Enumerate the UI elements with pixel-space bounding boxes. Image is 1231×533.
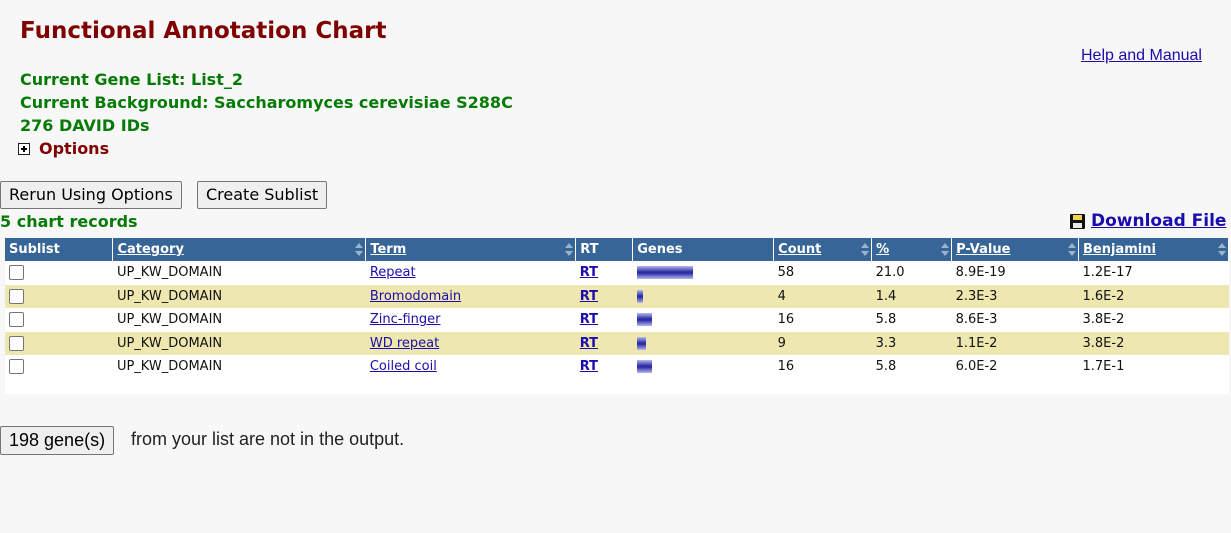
pvalue-cell: 8.6E-3 (955, 312, 998, 328)
chart-records-count: 5 chart records (0, 212, 138, 231)
sort-arrows-icon[interactable] (1218, 243, 1226, 256)
rt-link[interactable]: RT (580, 336, 598, 351)
row-checkbox[interactable] (9, 335, 24, 351)
count-cell: 16 (777, 312, 795, 328)
help-manual-link[interactable]: Help and Manual (1081, 47, 1202, 65)
row-checkbox[interactable] (9, 359, 24, 375)
row-checkbox[interactable] (9, 312, 24, 328)
benjamini-cell: 1.6E-2 (1078, 284, 1229, 308)
header-category[interactable]: Category (112, 238, 367, 261)
count-cell: 58 (777, 265, 795, 281)
rt-link[interactable]: RT (580, 289, 598, 304)
count-cell: 9 (773, 331, 872, 355)
row-checkbox[interactable] (9, 265, 24, 281)
category-cell: UP_KW_DOMAIN (112, 284, 366, 308)
sort-arrows-icon[interactable] (355, 243, 364, 256)
table-header-row: Sublist Category Term RT Genes Count % P… (5, 238, 1229, 261)
header-count[interactable]: Count (773, 238, 873, 261)
term-link[interactable]: Zinc-finger (370, 312, 441, 327)
genes-not-in-output-text: from your list are not in the output. (131, 429, 405, 449)
table-spacer-row (5, 379, 1229, 394)
percent-cell: 5.8 (875, 359, 897, 375)
percent-cell: 1.4 (871, 284, 952, 308)
genes-bar[interactable] (636, 289, 643, 303)
genes-bar[interactable] (636, 266, 693, 280)
benjamini-cell: 3.8E-2 (1078, 331, 1229, 355)
row-checkbox[interactable] (9, 288, 24, 304)
table-row: UP_KW_DOMAIN Repeat RT 58 21.0 8.9E-19 1… (5, 261, 1229, 285)
sort-arrows-icon[interactable] (1068, 243, 1076, 256)
sort-arrows-icon[interactable] (941, 243, 950, 256)
term-link[interactable]: WD repeat (370, 336, 439, 351)
page-title: Functional Annotation Chart (20, 18, 387, 44)
benjamini-cell: 1.7E-1 (1082, 359, 1125, 375)
percent-cell: 21.0 (875, 265, 905, 281)
header-benjamini[interactable]: Benjamini (1078, 238, 1229, 261)
rt-link[interactable]: RT (580, 359, 598, 374)
category-cell: UP_KW_DOMAIN (116, 359, 223, 375)
header-percent[interactable]: % (871, 238, 953, 261)
category-cell: UP_KW_DOMAIN (116, 265, 223, 281)
sort-arrows-icon[interactable] (565, 243, 574, 256)
options-label: Options (39, 139, 110, 158)
sort-arrows-icon[interactable] (861, 243, 870, 256)
category-cell: UP_KW_DOMAIN (116, 312, 223, 328)
floppy-disk-icon (1070, 213, 1085, 229)
david-ids-count: 276 DAVID IDs (20, 116, 150, 135)
rt-link[interactable]: RT (580, 312, 598, 327)
term-link[interactable]: Bromodomain (370, 289, 461, 304)
rerun-using-options-button[interactable]: Rerun Using Options (0, 181, 182, 209)
table-row: UP_KW_DOMAIN Zinc-finger RT 16 5.8 8.6E-… (5, 308, 1229, 332)
header-pvalue[interactable]: P-Value (951, 238, 1079, 261)
table-row: UP_KW_DOMAIN WD repeat RT 9 3.3 1.1E-2 3… (5, 331, 1229, 355)
header-genes: Genes (632, 238, 775, 261)
genes-not-in-output-button[interactable]: 198 gene(s) (0, 426, 115, 455)
table-row: UP_KW_DOMAIN Coiled coil RT 16 5.8 6.0E-… (5, 355, 1229, 379)
table-row: UP_KW_DOMAIN Bromodomain RT 4 1.4 2.3E-3… (5, 284, 1229, 308)
benjamini-cell: 3.8E-2 (1082, 312, 1125, 328)
expand-plus-icon[interactable] (18, 142, 30, 155)
pvalue-cell: 6.0E-2 (955, 359, 998, 375)
options-toggle[interactable]: Options (18, 139, 109, 158)
current-gene-list: Current Gene List: List_2 (20, 70, 243, 89)
create-sublist-button[interactable]: Create Sublist (197, 181, 328, 209)
pvalue-cell: 2.3E-3 (951, 284, 1079, 308)
genes-bar[interactable] (636, 360, 652, 374)
pvalue-cell: 8.9E-19 (955, 265, 1006, 281)
count-cell: 16 (777, 359, 795, 375)
count-cell: 4 (773, 284, 872, 308)
percent-cell: 3.3 (871, 331, 952, 355)
term-link[interactable]: Coiled coil (370, 359, 437, 374)
category-cell: UP_KW_DOMAIN (112, 331, 366, 355)
header-term[interactable]: Term (365, 238, 577, 261)
header-sublist: Sublist (5, 238, 114, 261)
header-rt: RT (575, 238, 634, 261)
genes-bar[interactable] (636, 313, 652, 327)
percent-cell: 5.8 (875, 312, 897, 328)
rt-link[interactable]: RT (580, 265, 598, 280)
benjamini-cell: 1.2E-17 (1082, 265, 1133, 281)
pvalue-cell: 1.1E-2 (951, 331, 1079, 355)
download-file-link[interactable]: Download File (1070, 211, 1226, 231)
annotation-chart-table: Sublist Category Term RT Genes Count % P… (5, 238, 1229, 394)
term-link[interactable]: Repeat (370, 265, 416, 280)
download-file-label: Download File (1091, 211, 1227, 231)
current-background: Current Background: Saccharomyces cerevi… (20, 93, 513, 112)
genes-bar[interactable] (636, 336, 646, 350)
